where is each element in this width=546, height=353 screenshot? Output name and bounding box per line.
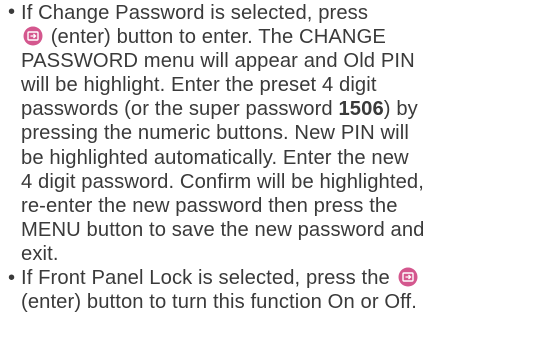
bullet-marker: •: [8, 267, 16, 290]
text-line: be highlighted automatically. Enter the …: [21, 146, 546, 170]
super-password-value: 1506: [338, 98, 384, 121]
text-line: If Front Panel Lock is selected, press t…: [21, 266, 546, 290]
text-line: re-enter the new password then press the: [21, 194, 546, 218]
text-line-content: will be highlight. Enter the preset 4 di…: [21, 74, 377, 97]
enter-button-icon: [398, 267, 418, 287]
text-line-content: If Change Password is selected, press: [21, 2, 369, 24]
text-line-content: MENU button to save the new password and: [21, 218, 425, 241]
text-line-content: pressing the numeric buttons. New PIN wi…: [21, 122, 409, 145]
text-line: will be highlight. Enter the preset 4 di…: [21, 73, 546, 97]
text-line-content: (enter) button to turn this function On …: [21, 291, 417, 314]
text-line: PASSWORD menu will appear and Old PIN: [21, 49, 546, 73]
text-line: 4 digit password. Confirm will be highli…: [21, 170, 546, 194]
instruction-list: • If Change Password is selected, press …: [0, 0, 546, 314]
text-line: pressing the numeric buttons. New PIN wi…: [21, 121, 546, 145]
text-line-content: ) by: [383, 98, 418, 121]
text-line-content: (enter) button to enter. The CHANGE: [50, 26, 386, 49]
front-panel-lock-instruction: • If Front Panel Lock is selected, press…: [0, 266, 546, 314]
manual-page: • If Change Password is selected, press …: [0, 0, 546, 353]
text-line: If Change Password is selected, press: [21, 1, 546, 25]
bullet-marker: •: [8, 1, 16, 23]
text-line: (enter) button to enter. The CHANGE: [21, 25, 546, 49]
text-line: exit.: [21, 242, 546, 266]
change-password-instruction: • If Change Password is selected, press …: [0, 0, 546, 266]
text-line-content: re-enter the new password then press the: [21, 194, 398, 217]
text-line: (enter) button to turn this function On …: [21, 290, 546, 314]
text-line: MENU button to save the new password and: [21, 218, 546, 242]
text-line-content: If Front Panel Lock is selected, press t…: [21, 267, 390, 290]
text-line-content: 4 digit password. Confirm will be highli…: [21, 170, 424, 193]
text-line: passwords (or the super password 1506) b…: [21, 97, 546, 121]
text-line-content: passwords (or the super password: [21, 98, 339, 121]
text-line-content: exit.: [21, 242, 59, 265]
enter-button-icon: [23, 26, 43, 46]
text-line-content: be highlighted automatically. Enter the …: [21, 146, 409, 169]
text-line-content: PASSWORD menu will appear and Old PIN: [21, 50, 415, 73]
